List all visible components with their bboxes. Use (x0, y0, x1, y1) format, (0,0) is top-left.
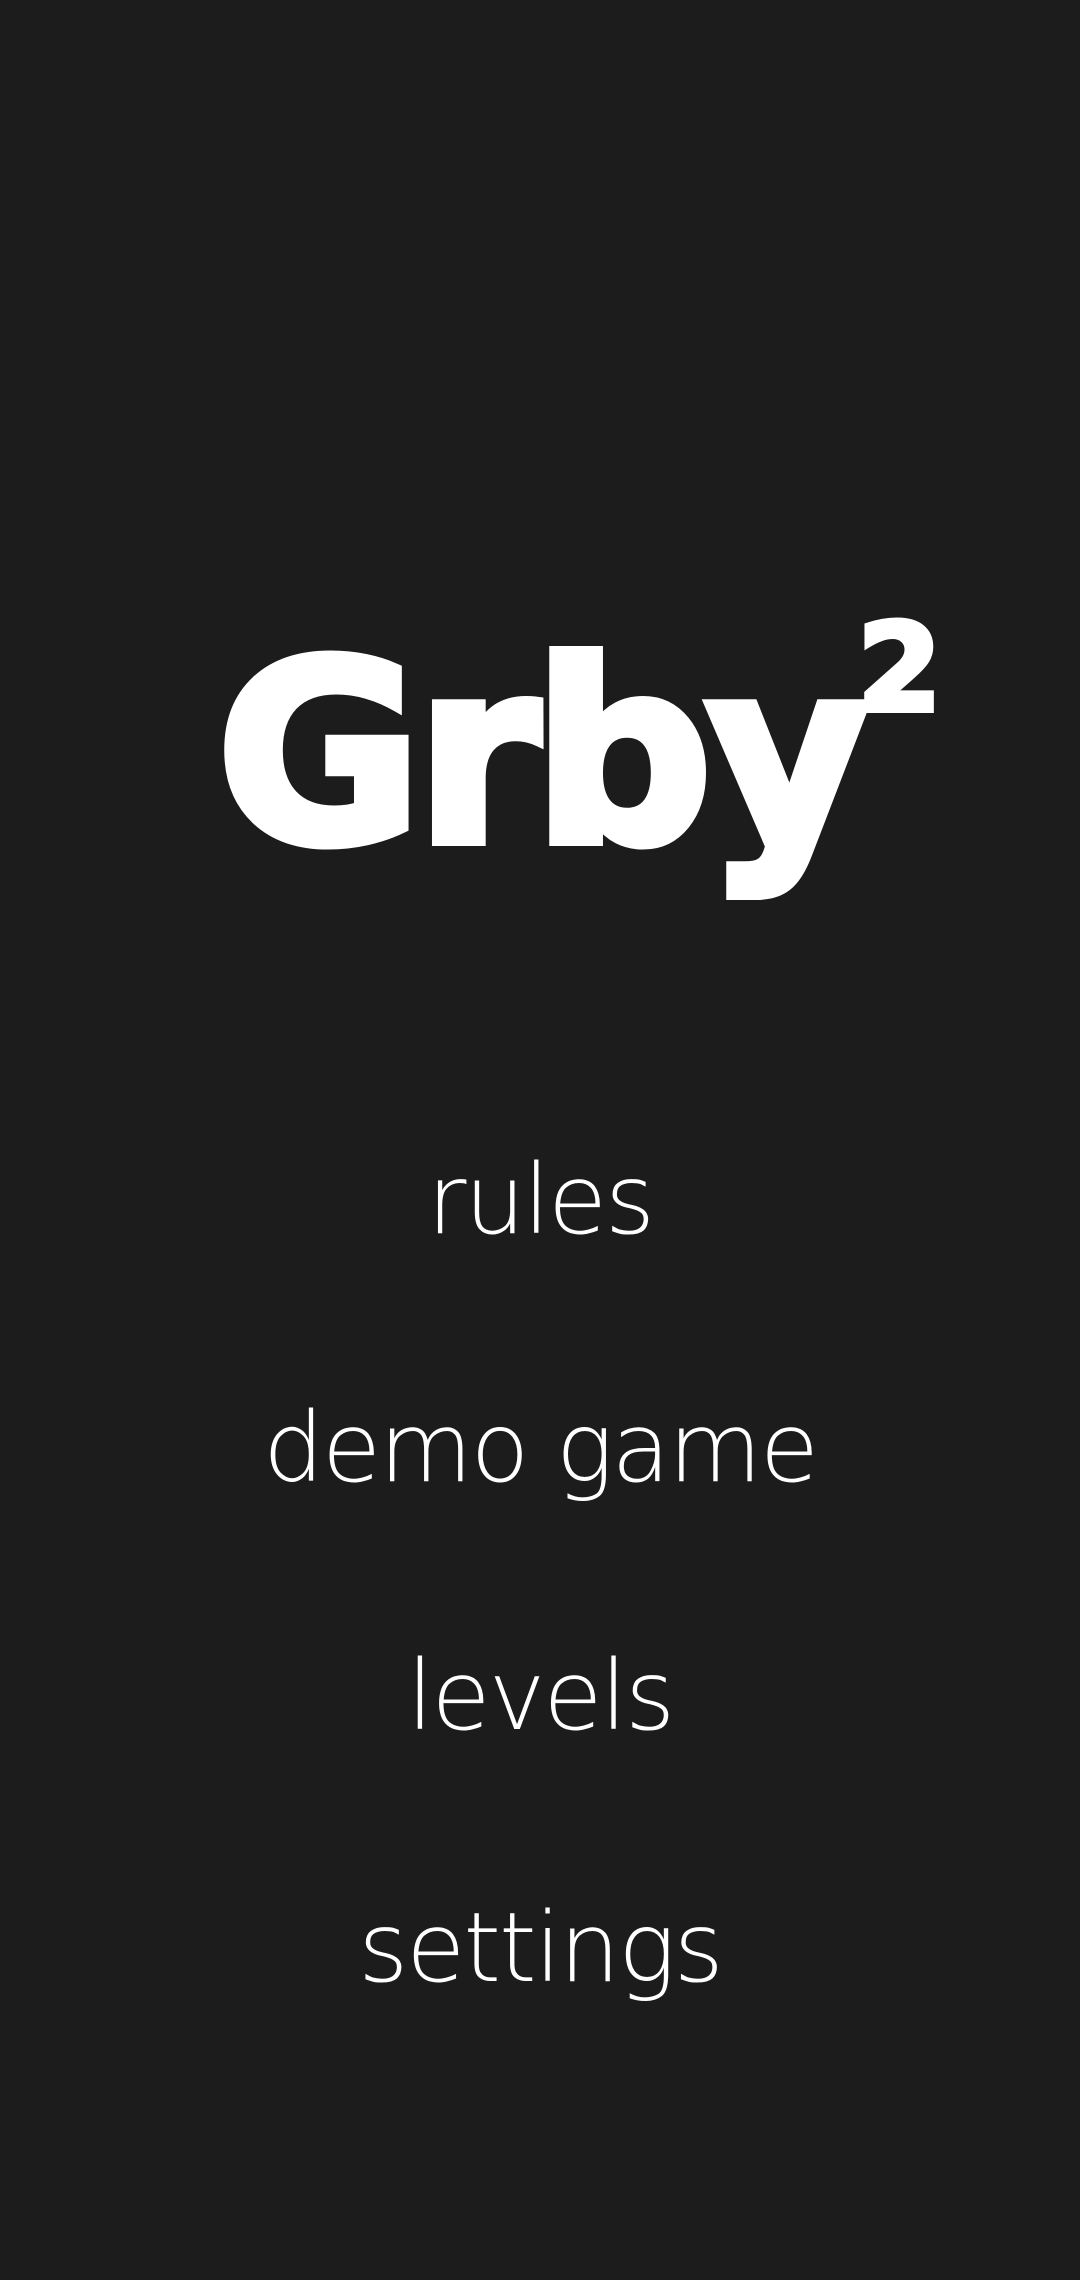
app-logo: Grby 2 (0, 600, 1080, 940)
logo-text: Grby (212, 609, 874, 900)
menu-item-label: demo game (263, 1392, 819, 1504)
main-menu: rules demo game levels settings (0, 0, 1080, 2280)
menu-item-demo-game[interactable]: demo game (0, 1388, 1080, 1508)
menu-item-label: levels (406, 1640, 675, 1752)
menu-item-label: rules (426, 1144, 655, 1256)
menu-item-settings[interactable]: settings (0, 1888, 1080, 2008)
main-menu-screen: Grby 2 rules demo game levels settings (0, 0, 1080, 2280)
menu-item-label: settings (358, 1892, 723, 2004)
logo-wordmark: Grby 2 (212, 607, 944, 885)
menu-item-levels[interactable]: levels (0, 1636, 1080, 1756)
menu-item-rules[interactable]: rules (0, 1140, 1080, 1260)
logo-superscript: 2 (855, 600, 944, 739)
